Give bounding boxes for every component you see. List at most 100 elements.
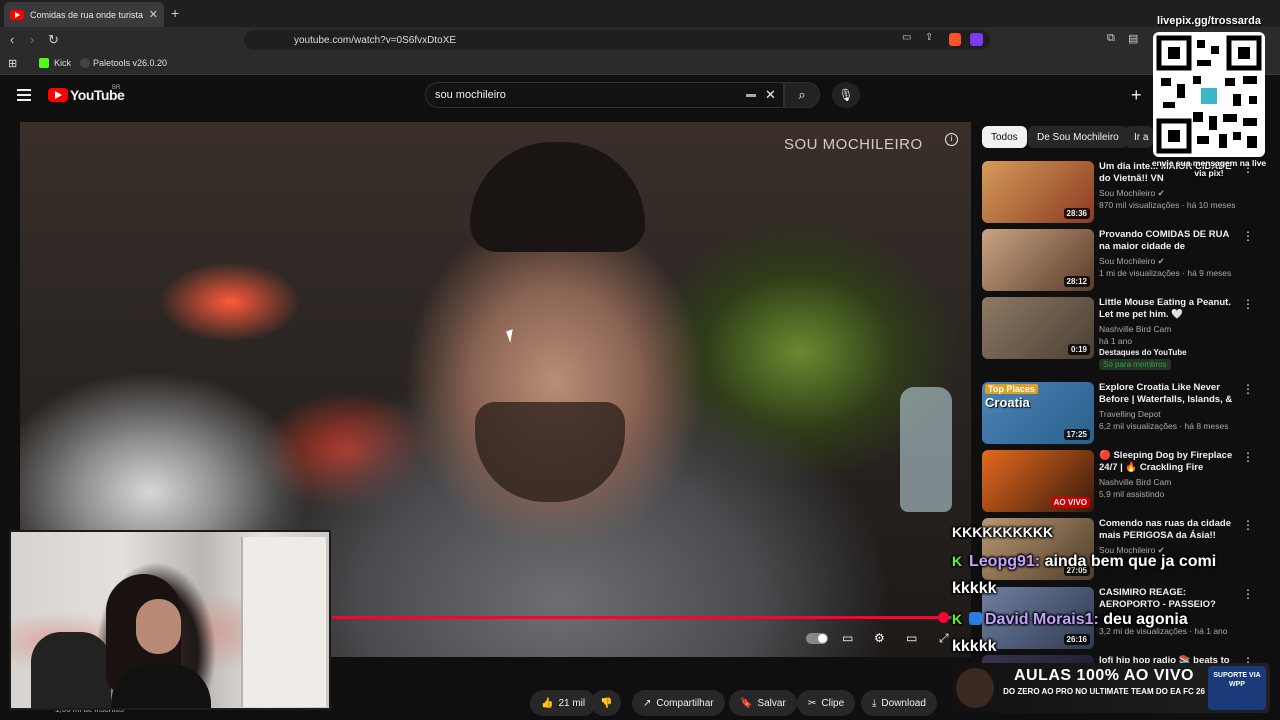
banner-title: AULAS 100% AO VIVO xyxy=(1013,667,1194,684)
banner-subtitle: DO ZERO AO PRO NO ULTIMATE TEAM DO EA FC… xyxy=(1003,687,1205,696)
subtitles-icon[interactable]: ▭ xyxy=(842,631,853,645)
search-icon: ⌕ xyxy=(798,87,806,102)
qr-code-graphic xyxy=(1156,35,1262,154)
share-button[interactable]: ↗ Compartilhar xyxy=(632,690,725,716)
streamer-webcam xyxy=(9,530,331,710)
download-icon: ⤓ xyxy=(872,697,877,709)
autoplay-toggle[interactable] xyxy=(806,633,828,644)
video-duration: 17:25 xyxy=(1063,429,1090,440)
video-title[interactable]: Provando COMIDAS DE RUA na maior cidade … xyxy=(1099,229,1234,253)
keyboard-icon[interactable]: ▬ xyxy=(746,89,756,100)
fullscreen-icon[interactable]: ⤢ xyxy=(939,631,949,646)
video-meta: 5,9 mil assistindo xyxy=(1099,489,1165,499)
clip-button[interactable]: ✂ Clipe xyxy=(797,690,856,716)
more-options-icon[interactable]: ⋮ xyxy=(1242,297,1254,311)
recommended-video[interactable]: 28:12 Provando COMIDAS DE RUA na maior ci… xyxy=(982,229,1254,293)
country-code: BR xyxy=(112,85,121,91)
clear-search-icon[interactable]: ✕ xyxy=(765,87,776,103)
more-options-icon[interactable]: ⋮ xyxy=(1242,382,1254,396)
like-button[interactable]: 👍 21 mil xyxy=(530,690,597,716)
recommended-video[interactable]: AO VIVO 🔴 Sleeping Dog by Fireplace 24/7 … xyxy=(982,450,1254,514)
brave-shield-icon[interactable] xyxy=(949,33,961,46)
video-frame-beard xyxy=(475,402,625,502)
sidebar-toggle-icon[interactable]: ▤ xyxy=(1128,32,1138,45)
chip-from-channel[interactable]: De Sou Mochileiro xyxy=(1028,126,1128,148)
search-input[interactable]: sou mochileiro ▬ ✕ xyxy=(425,82,784,108)
scrubber-handle[interactable] xyxy=(937,612,949,623)
more-options-icon[interactable]: ⋮ xyxy=(1242,587,1254,601)
members-only-badge: Só para membros xyxy=(1099,359,1171,370)
bookmark-paletools[interactable]: Paletools v26.0.20 xyxy=(93,58,167,68)
channel-name[interactable]: Travelling Depot xyxy=(1099,409,1161,419)
download-button[interactable]: ⤓ Download xyxy=(861,690,937,716)
settings-gear-icon[interactable]: ⚙ xyxy=(874,631,885,645)
search-input-value: sou mochileiro xyxy=(435,89,506,101)
share-label: Compartilhar xyxy=(656,697,714,709)
channel-name[interactable]: Sou Mochileiro ✔ xyxy=(1099,256,1165,267)
channel-name[interactable]: Sou Mochileiro ✔ xyxy=(1099,188,1165,199)
url-text: youtube.com/watch?v=0S6fvxDtoXE xyxy=(294,34,457,46)
banner-avatar xyxy=(956,668,994,708)
browser-tab[interactable]: Comidas de rua onde turistas ✕ xyxy=(4,2,164,27)
recommended-video[interactable]: 0:19 Little Mouse Eating a Peanut. Let me… xyxy=(982,297,1254,370)
address-bar[interactable]: youtube.com/watch?v=0S6fvxDtoXE xyxy=(244,30,990,50)
chat-username: David Morais1: xyxy=(985,611,1099,628)
video-title[interactable]: Comendo nas ruas da cidade mais PERIGOSA… xyxy=(1099,518,1234,542)
youtube-logo-icon[interactable] xyxy=(48,88,68,102)
more-options-icon[interactable]: ⋮ xyxy=(1242,229,1254,243)
video-title[interactable]: Little Mouse Eating a Peanut. Let me pet… xyxy=(1099,297,1234,321)
video-thumbnail[interactable]: 0:19 xyxy=(982,297,1094,359)
video-thumbnail[interactable]: 28:36 xyxy=(982,161,1094,223)
dislike-button[interactable]: 👎 xyxy=(591,690,622,716)
chat-message: K Leopg91: ainda bem que ja comi xyxy=(952,553,1216,571)
video-title[interactable]: Explore Croatia Like Never Before | Wate… xyxy=(1099,382,1234,406)
save-button[interactable]: 🔖 Salvar xyxy=(729,690,797,716)
recommended-video[interactable]: Top Places Croatia 17:25 Explore Croatia Li… xyxy=(982,382,1254,446)
info-icon[interactable]: i xyxy=(945,133,958,146)
youtube-favicon-icon xyxy=(10,9,24,20)
chip-all[interactable]: Todos xyxy=(982,126,1027,148)
thumbnail-overlay-title: Croatia xyxy=(985,395,1030,410)
share-page-icon[interactable]: ⇪ xyxy=(925,32,933,43)
share-icon: ↗ xyxy=(643,697,652,709)
theater-mode-icon[interactable]: ▭ xyxy=(906,631,917,645)
create-button[interactable]: + xyxy=(1131,85,1142,106)
new-tab-button[interactable]: + xyxy=(171,5,179,21)
bookmark-kick[interactable]: Kick xyxy=(54,58,71,68)
chat-text: deu agonia xyxy=(1103,611,1188,628)
back-icon[interactable]: ‹ xyxy=(10,32,14,47)
livepix-overlay: livepix.gg/trossarda envie sua mensagem … xyxy=(1148,12,1270,178)
menu-icon[interactable] xyxy=(17,89,31,104)
video-frame-bottle xyxy=(900,387,952,512)
video-meta: 6,2 mil visualizações · há 8 meses xyxy=(1099,421,1229,431)
video-progress-bar[interactable] xyxy=(332,612,952,623)
channel-watermark[interactable]: SOU MOCHILEIRO xyxy=(784,136,923,153)
voice-search-button[interactable]: 🎙 xyxy=(832,82,860,108)
qr-code-icon xyxy=(1153,32,1265,157)
video-title[interactable]: CASIMIRO REAGE: AEROPORTO - PASSEIO? QUE… xyxy=(1099,587,1234,611)
tab-close-icon[interactable]: ✕ xyxy=(149,8,158,21)
mic-icon: 🎙 xyxy=(838,88,854,102)
apps-grid-icon[interactable]: ⊞ xyxy=(8,57,17,70)
reload-icon[interactable]: ↻ xyxy=(48,32,59,48)
more-options-icon[interactable]: ⋮ xyxy=(1242,518,1254,532)
channel-name[interactable]: Nashville Bird Cam xyxy=(1099,477,1171,487)
channel-name[interactable]: Nashville Bird Cam xyxy=(1099,324,1171,334)
clip-label: Clipe xyxy=(821,697,845,709)
video-title[interactable]: 🔴 Sleeping Dog by Fireplace 24/7 | 🔥 Cra… xyxy=(1099,450,1234,474)
live-badge: AO VIVO xyxy=(1050,497,1090,508)
streamer-face xyxy=(136,599,181,654)
more-options-icon[interactable]: ⋮ xyxy=(1242,450,1254,464)
forward-icon[interactable]: › xyxy=(30,32,34,47)
video-duration: 26:16 xyxy=(1063,634,1090,645)
video-meta: 1 mi de visualizações · há 9 meses xyxy=(1099,268,1232,278)
search-button[interactable]: ⌕ xyxy=(784,82,820,108)
cast-icon[interactable]: ▭ xyxy=(902,32,911,43)
video-thumbnail[interactable]: 28:12 xyxy=(982,229,1094,291)
video-thumbnail[interactable]: Top Places Croatia 17:25 xyxy=(982,382,1094,444)
rewards-icon[interactable] xyxy=(970,33,983,46)
video-thumbnail[interactable]: AO VIVO xyxy=(982,450,1094,512)
progress-fill xyxy=(332,616,943,619)
course-banner: AULAS 100% AO VIVO DO ZERO AO PRO NO ULT… xyxy=(950,663,1270,713)
extensions-icon[interactable]: ⧉ xyxy=(1107,32,1115,45)
